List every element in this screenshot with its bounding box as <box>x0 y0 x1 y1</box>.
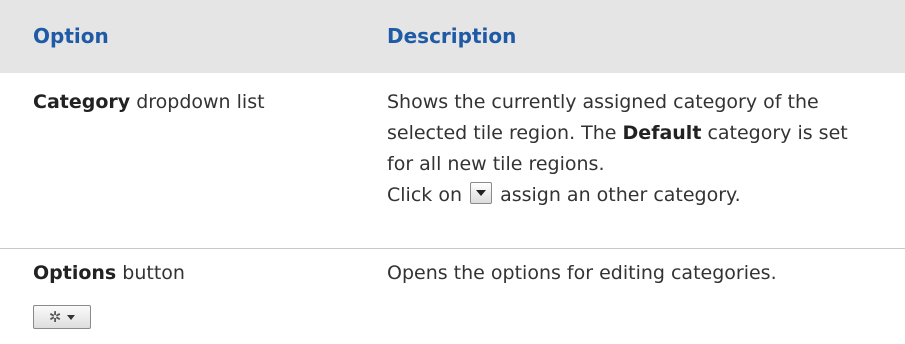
option-name: Options <box>33 262 117 284</box>
dropdown-arrow-icon <box>470 182 493 204</box>
description-cell: Opens the options for editing categories… <box>387 262 777 284</box>
gear-icon: ✲ <box>48 307 62 326</box>
option-type: dropdown list <box>130 91 265 113</box>
caret-down-icon <box>67 314 76 320</box>
table-row: Category dropdown list Shows the current… <box>0 73 905 249</box>
description-text: Shows the currently assigned category of… <box>387 87 867 180</box>
option-cell: Options button <box>33 258 353 289</box>
table-header: Option Description <box>0 0 905 73</box>
header-description: Description <box>387 24 517 48</box>
option-name: Category <box>33 91 131 113</box>
options-table: Option Description Category dropdown lis… <box>0 0 905 344</box>
option-type: button <box>116 262 185 284</box>
option-cell: Category dropdown list <box>33 87 353 118</box>
instruction-prefix: Click on <box>387 184 469 206</box>
table-row: Options button ✲ Opens the options for e… <box>0 249 905 344</box>
header-option: Option <box>33 24 109 48</box>
description-instruction: Click on assign an other category. <box>387 180 867 211</box>
description-bold-term: Default <box>622 122 702 144</box>
instruction-suffix: assign an other category. <box>494 184 741 206</box>
options-button[interactable]: ✲ <box>33 305 91 329</box>
description-cell: Shows the currently assigned category of… <box>387 87 867 211</box>
